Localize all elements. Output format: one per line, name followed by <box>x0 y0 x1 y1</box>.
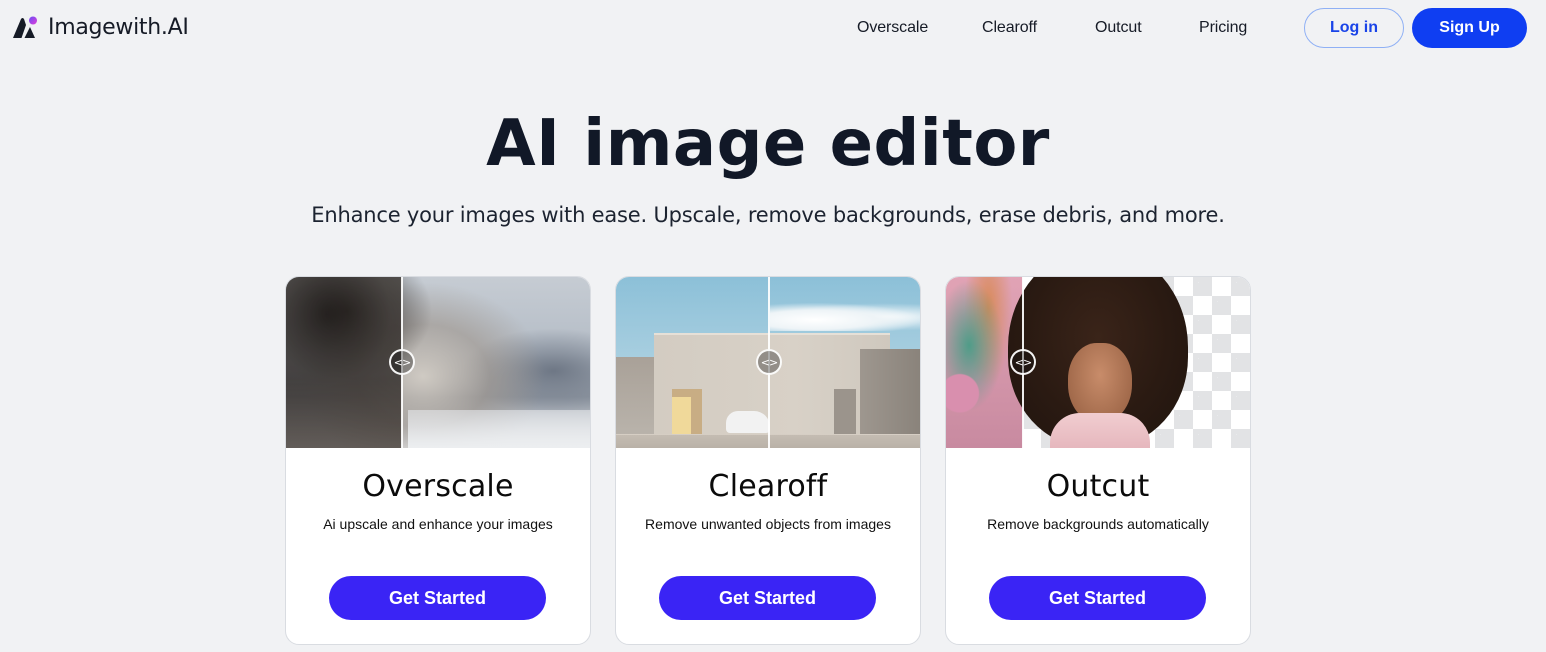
comparison-slider-handle-icon[interactable]: <> <box>389 349 415 375</box>
get-started-outcut-button[interactable]: Get Started <box>989 576 1206 620</box>
nav-link-overscale[interactable]: Overscale <box>857 19 928 37</box>
image-detail <box>1068 343 1132 423</box>
get-started-overscale-button[interactable]: Get Started <box>329 576 546 620</box>
nav-link-clearoff[interactable]: Clearoff <box>982 19 1037 37</box>
image-detail <box>770 303 920 331</box>
image-detail <box>834 389 856 435</box>
card-description: Remove backgrounds automatically <box>987 516 1209 532</box>
image-detail <box>860 349 920 435</box>
signup-button[interactable]: Sign Up <box>1412 8 1527 48</box>
comparison-slider-handle-icon[interactable]: <> <box>1010 349 1036 375</box>
card-title: Outcut <box>1046 469 1150 504</box>
clearoff-comparison-image[interactable]: <> <box>616 277 920 448</box>
nav-link-outcut[interactable]: Outcut <box>1095 19 1142 37</box>
before-image-half <box>286 277 402 448</box>
card-title: Clearoff <box>708 469 828 504</box>
get-started-clearoff-button[interactable]: Get Started <box>659 576 876 620</box>
image-detail <box>407 410 590 448</box>
site-header: Imagewith.AI Overscale Clearoff Outcut P… <box>0 0 1546 56</box>
login-button[interactable]: Log in <box>1304 8 1404 48</box>
card-description: Remove unwanted objects from images <box>645 516 891 532</box>
hero-subtitle: Enhance your images with ease. Upscale, … <box>311 203 1225 227</box>
outcut-comparison-image[interactable]: <> <box>946 277 1250 448</box>
overscale-comparison-image[interactable]: <> <box>286 277 590 448</box>
tool-card-overscale: <> Overscale Ai upscale and enhance your… <box>285 276 591 645</box>
image-detail <box>616 357 656 435</box>
image-detail <box>726 411 770 433</box>
image-detail <box>1050 413 1150 448</box>
card-description: Ai upscale and enhance your images <box>323 516 553 532</box>
nav-link-pricing[interactable]: Pricing <box>1199 19 1247 37</box>
comparison-slider-handle-icon[interactable]: <> <box>756 349 782 375</box>
image-detail <box>672 397 691 435</box>
card-title: Overscale <box>362 469 514 504</box>
tool-card-clearoff: <> Clearoff Remove unwanted objects from… <box>615 276 921 645</box>
tool-card-outcut: <> Outcut Remove backgrounds automatical… <box>945 276 1251 645</box>
hero-title: AI image editor <box>486 107 1050 181</box>
